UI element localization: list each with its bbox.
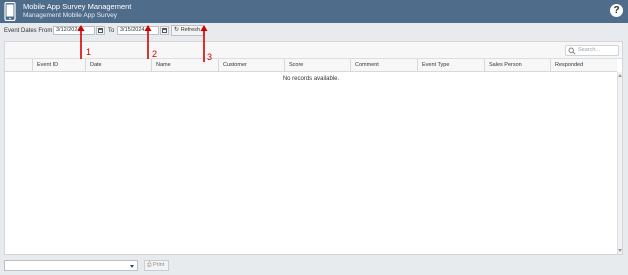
column-header[interactable]: Comment — [350, 59, 417, 72]
export-select[interactable] — [4, 260, 138, 271]
scroll-down-icon[interactable] — [618, 249, 622, 252]
column-header[interactable]: Responded — [550, 59, 617, 72]
select-column-header[interactable] — [5, 59, 32, 72]
vertical-scrollbar[interactable] — [617, 72, 622, 254]
chevron-down-icon[interactable] — [130, 265, 134, 268]
survey-grid: Search... Event ID Date Name Customer Sc… — [4, 41, 623, 255]
grid-footer: ⎙ Print — [0, 257, 628, 275]
grid-header-row: Event ID Date Name Customer Score Commen… — [5, 59, 617, 72]
print-button[interactable]: ⎙ Print — [144, 260, 169, 271]
column-header[interactable]: Sales Person — [484, 59, 550, 72]
phone-icon — [4, 2, 16, 21]
calendar-icon[interactable] — [160, 26, 169, 35]
search-icon — [568, 47, 576, 55]
annotation-label-2: 2 — [152, 49, 158, 59]
search-input[interactable]: Search... — [565, 45, 619, 56]
date-to-input[interactable]: 3/15/2024 — [117, 26, 159, 35]
refresh-icon: ↻ — [174, 27, 181, 33]
column-header[interactable]: Event ID — [32, 59, 85, 72]
annotation-arrow-1 — [77, 25, 85, 59]
page-subtitle: Management Mobile App Survey — [23, 12, 117, 19]
to-label: To — [108, 28, 115, 34]
search-placeholder: Search... — [578, 47, 601, 53]
annotation-label-1: 1 — [86, 47, 92, 57]
help-icon[interactable]: ? — [610, 4, 623, 17]
empty-message: No records available. — [282, 76, 340, 82]
date-from-input[interactable]: 3/12/2024 — [53, 26, 95, 35]
column-header[interactable]: Score — [284, 59, 350, 72]
event-dates-from-label: Event Dates From — [4, 28, 53, 34]
annotation-arrow-2 — [144, 25, 152, 59]
print-label: Print — [152, 262, 165, 268]
scroll-up-icon[interactable] — [618, 74, 622, 77]
calendar-icon[interactable] — [96, 26, 105, 35]
column-header[interactable]: Event Type — [417, 59, 484, 72]
column-header[interactable]: Customer — [218, 59, 284, 72]
grid-toolbar: Search... — [5, 42, 622, 59]
page-title: Mobile App Survey Management — [23, 2, 132, 11]
refresh-label: Refresh — [180, 27, 200, 33]
annotation-label-3: 3 — [207, 52, 213, 62]
date-filter-bar: Event Dates From 3/12/2024 To 3/15/2024 … — [0, 23, 628, 38]
column-header[interactable]: Date — [85, 59, 151, 72]
app-header: Mobile App Survey Management Management … — [0, 0, 628, 23]
